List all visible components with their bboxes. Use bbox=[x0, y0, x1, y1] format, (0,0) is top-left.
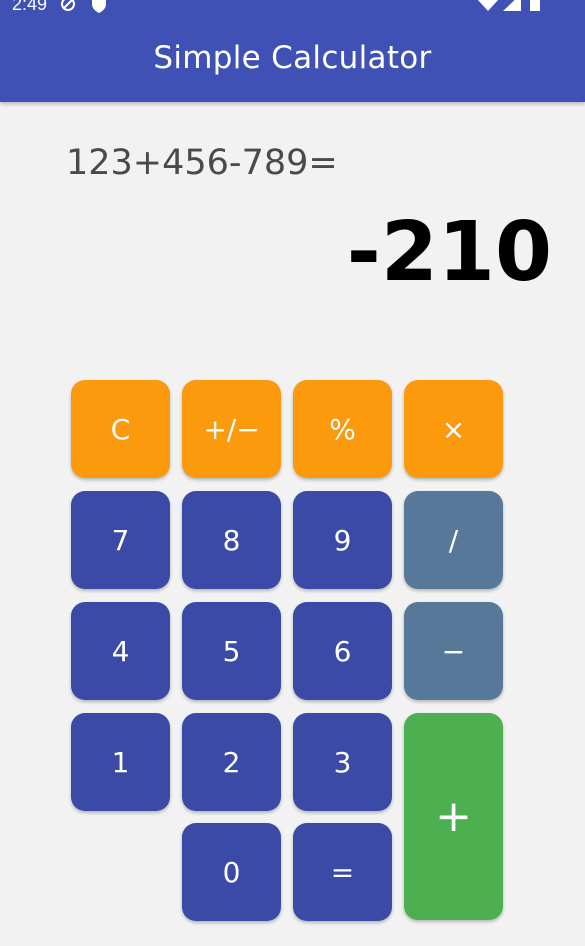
status-time: 2:49 bbox=[12, 0, 48, 14]
expression-display: 123+456-789= bbox=[66, 143, 338, 183]
shield-icon bbox=[90, 0, 108, 19]
app-bar: 2:49 Simple Calculator bbox=[0, 0, 585, 102]
subtract-button[interactable]: − bbox=[404, 602, 503, 700]
clear-button[interactable]: C bbox=[71, 380, 170, 478]
result-display: -210 bbox=[346, 205, 552, 300]
digit-5-button[interactable]: 5 bbox=[182, 602, 281, 700]
divide-button[interactable]: / bbox=[404, 491, 503, 589]
data-saver-icon bbox=[58, 0, 78, 19]
app-title: Simple Calculator bbox=[153, 40, 432, 76]
equals-button[interactable]: = bbox=[293, 823, 392, 921]
status-bar: 2:49 bbox=[0, 0, 585, 22]
digit-3-button[interactable]: 3 bbox=[293, 713, 392, 811]
digit-2-button[interactable]: 2 bbox=[182, 713, 281, 811]
add-button[interactable]: + bbox=[404, 713, 503, 920]
digit-1-button[interactable]: 1 bbox=[71, 713, 170, 811]
digit-6-button[interactable]: 6 bbox=[293, 602, 392, 700]
digit-9-button[interactable]: 9 bbox=[293, 491, 392, 589]
wifi-icon bbox=[476, 0, 500, 17]
digit-0-button[interactable]: 0 bbox=[182, 823, 281, 921]
signal-icon bbox=[500, 0, 522, 17]
percent-button[interactable]: % bbox=[293, 380, 392, 478]
plus-minus-button[interactable]: +/− bbox=[182, 380, 281, 478]
digit-8-button[interactable]: 8 bbox=[182, 491, 281, 589]
battery-icon bbox=[528, 0, 542, 17]
digit-4-button[interactable]: 4 bbox=[71, 602, 170, 700]
multiply-button[interactable]: × bbox=[404, 380, 503, 478]
digit-7-button[interactable]: 7 bbox=[71, 491, 170, 589]
